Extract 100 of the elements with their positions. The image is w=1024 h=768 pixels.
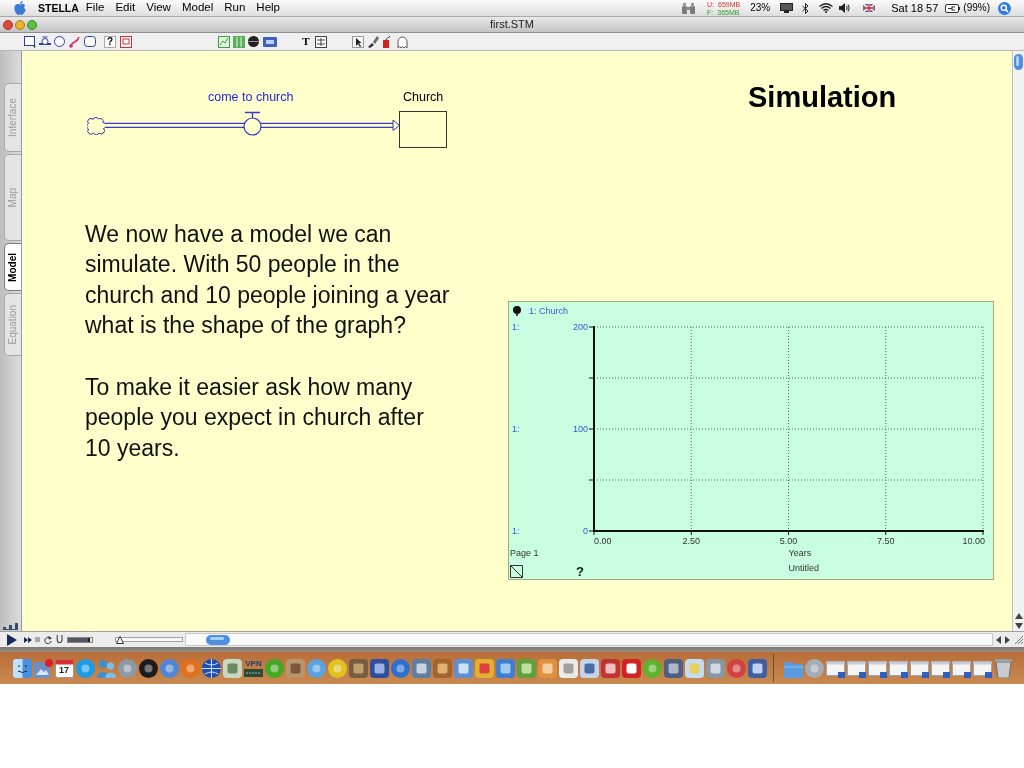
- app-tile-icon[interactable]: [685, 658, 704, 678]
- app-tile-icon[interactable]: [559, 658, 578, 678]
- calendar-icon[interactable]: [55, 658, 74, 678]
- apple-logo-icon[interactable]: [14, 1, 26, 15]
- flag-icon[interactable]: [863, 4, 876, 12]
- round-app-icon[interactable]: [139, 658, 158, 678]
- brush-icon[interactable]: [367, 35, 379, 48]
- window-thumbnail-icon[interactable]: [868, 658, 887, 678]
- rounded-rectangle-icon[interactable]: [84, 36, 96, 47]
- trash-icon[interactable]: [994, 658, 1013, 678]
- valve-icon: [243, 111, 262, 136]
- menu-item[interactable]: File: [85, 2, 105, 14]
- app-tile-icon[interactable]: [370, 658, 389, 678]
- menu-item[interactable]: Run: [224, 2, 246, 14]
- binoculars-icon[interactable]: [682, 2, 695, 14]
- face-icon[interactable]: [13, 658, 32, 678]
- menu-item[interactable]: Edit: [115, 2, 136, 14]
- app-tile-icon[interactable]: [601, 658, 620, 678]
- close-button[interactable]: [3, 19, 13, 30]
- menu-item[interactable]: View: [146, 2, 171, 14]
- volume-icon[interactable]: [839, 3, 851, 13]
- bar-chart-icon[interactable]: [3, 622, 18, 630]
- scroll-arrows-icon[interactable]: [996, 635, 1010, 644]
- window-thumbnail-icon[interactable]: [910, 658, 929, 678]
- minimize-button[interactable]: [15, 19, 25, 30]
- horizontal-scrollbar[interactable]: [185, 633, 993, 646]
- play-icon[interactable]: [7, 633, 17, 646]
- app-tile-icon[interactable]: [349, 658, 368, 678]
- side-tab[interactable]: Model: [4, 243, 21, 291]
- reset-icon[interactable]: [44, 635, 52, 644]
- app-tile-icon[interactable]: [454, 658, 473, 678]
- scroll-thumb[interactable]: [1014, 54, 1023, 70]
- menu-clock[interactable]: Sat 18 57: [891, 2, 939, 14]
- app-tile-icon[interactable]: [517, 658, 536, 678]
- chart-title: Untitled: [788, 563, 819, 573]
- display-icon[interactable]: [780, 3, 794, 13]
- app-tile-icon[interactable]: [475, 658, 494, 678]
- app-tile-icon[interactable]: [664, 658, 683, 678]
- search-icon[interactable]: [998, 1, 1011, 15]
- app-tile-icon[interactable]: [412, 658, 431, 678]
- slider-track[interactable]: [115, 637, 184, 642]
- flow-label: come to church: [208, 91, 294, 104]
- scroll-thumb[interactable]: [206, 634, 231, 645]
- app-tile-icon[interactable]: [538, 658, 557, 678]
- help-button[interactable]: ?: [576, 564, 584, 579]
- window-thumbnail-icon[interactable]: [826, 658, 845, 678]
- window-thumbnail-icon[interactable]: [847, 658, 866, 678]
- menu-item[interactable]: Model: [181, 2, 214, 14]
- app-label: VPN: [245, 659, 262, 668]
- pin-icon[interactable]: [513, 306, 521, 317]
- app-tile-icon[interactable]: [706, 658, 725, 678]
- x-axis-label: 0.00: [594, 536, 612, 546]
- paragraph: To make it easier ask how many people you expect in church after 10 years.: [85, 372, 425, 463]
- globe-icon[interactable]: [202, 658, 221, 678]
- window-thumbnail-icon[interactable]: [973, 658, 992, 678]
- window-thumbnail-icon[interactable]: [889, 658, 908, 678]
- pipe-valve-icon[interactable]: [39, 35, 51, 48]
- window-thumbnail-icon[interactable]: [952, 658, 971, 678]
- app-tile-icon[interactable]: [433, 658, 452, 678]
- circle-icon[interactable]: [54, 36, 65, 47]
- stock-box: [399, 111, 447, 148]
- text-tool-button[interactable]: T: [300, 35, 312, 48]
- numeric-display-icon[interactable]: [263, 36, 277, 47]
- app-tile-icon[interactable]: [580, 658, 599, 678]
- app-tile-icon[interactable]: [622, 658, 641, 678]
- y-axis-label: 100: [572, 424, 588, 434]
- help-button[interactable]: ?: [104, 35, 116, 48]
- app-tile-icon[interactable]: [223, 658, 242, 678]
- ball-icon[interactable]: [248, 36, 259, 47]
- grid-icon[interactable]: [315, 35, 327, 48]
- ghost-icon[interactable]: [396, 35, 409, 48]
- app-tile-icon[interactable]: [496, 658, 515, 678]
- x-axis-label: 5.00: [779, 536, 798, 546]
- app-tile-icon[interactable]: [286, 658, 305, 678]
- zoom-button[interactable]: [27, 19, 37, 30]
- slider-thumb[interactable]: [116, 636, 125, 644]
- scroll-arrows-icon[interactable]: [1014, 613, 1023, 629]
- dynamite-icon[interactable]: [382, 35, 391, 48]
- pointer-icon[interactable]: [352, 35, 364, 48]
- fast-forward-icon[interactable]: [24, 636, 32, 643]
- screen-icon[interactable]: [244, 668, 263, 677]
- menu-item[interactable]: Help: [256, 2, 280, 14]
- app-menu[interactable]: STELLA: [38, 2, 79, 14]
- frame-icon[interactable]: [120, 35, 132, 48]
- window-thumbnail-icon[interactable]: [931, 658, 950, 678]
- curve-icon[interactable]: [69, 35, 80, 48]
- bluetooth-icon[interactable]: [802, 2, 810, 14]
- photo-icon[interactable]: [34, 658, 53, 678]
- round-app-icon[interactable]: [328, 658, 347, 678]
- wifi-icon[interactable]: [819, 3, 834, 13]
- u-button[interactable]: U: [56, 634, 64, 645]
- line-graph-icon[interactable]: [218, 35, 230, 48]
- rectangle-icon[interactable]: [24, 35, 36, 48]
- window-title: first.STM: [490, 19, 534, 30]
- page-corner-icon[interactable]: [510, 565, 523, 578]
- resize-grip-icon[interactable]: [1014, 635, 1023, 644]
- app-tile-icon[interactable]: [748, 658, 767, 678]
- calendar-date: 17: [59, 665, 69, 675]
- battery-icon[interactable]: [945, 3, 961, 13]
- slider-track[interactable]: [67, 636, 94, 643]
